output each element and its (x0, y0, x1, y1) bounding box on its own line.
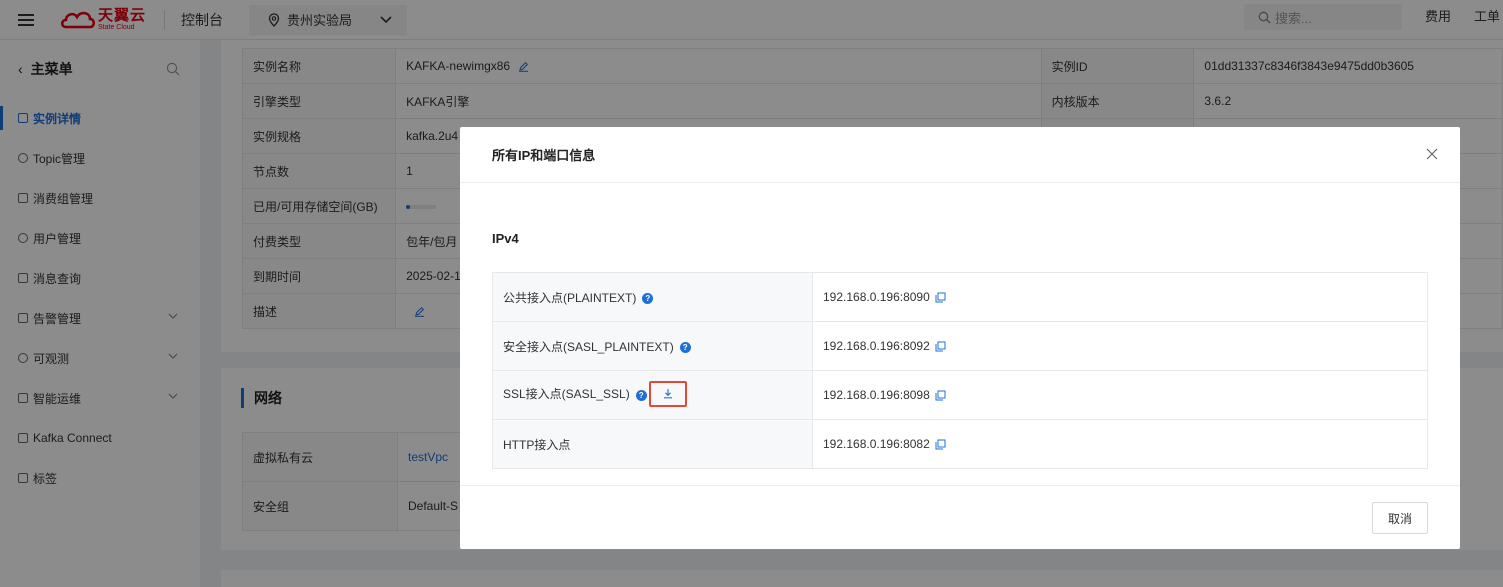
table-cell: 安全接入点(SASL_PLAINTEXT)? (492, 321, 813, 371)
help-icon[interactable]: ? (642, 292, 654, 304)
ip-port-modal: 所有IP和端口信息 IPv4 公共接入点(PLAINTEXT)? 192.168… (460, 127, 1460, 549)
cancel-button[interactable]: 取消 (1372, 502, 1428, 534)
table-row: 安全接入点(SASL_PLAINTEXT)? 192.168.0.196:809… (492, 321, 1428, 371)
endpoint-value: 192.168.0.196:8092 (823, 339, 930, 353)
table-row: 公共接入点(PLAINTEXT)? 192.168.0.196:8090 (492, 272, 1428, 322)
endpoint-value: 192.168.0.196:8098 (823, 388, 930, 402)
endpoint-label: 安全接入点(SASL_PLAINTEXT) (503, 339, 674, 354)
endpoint-label: 公共接入点(PLAINTEXT) (503, 290, 637, 305)
table-cell: 192.168.0.196:8098 (812, 370, 1428, 420)
copy-icon[interactable] (935, 341, 946, 352)
copy-icon[interactable] (935, 390, 946, 401)
close-icon[interactable] (1426, 148, 1438, 160)
table-row: HTTP接入点 192.168.0.196:8082 (492, 419, 1428, 469)
help-icon[interactable]: ? (679, 341, 691, 353)
modal-title: 所有IP和端口信息 (492, 148, 596, 163)
modal-header: 所有IP和端口信息 (460, 127, 1460, 183)
ipv4-section-title: IPv4 (492, 231, 519, 246)
table-row: SSL接入点(SASL_SSL)? 192.168.0.196:8098 (492, 370, 1428, 420)
download-certificate-button[interactable] (648, 381, 687, 407)
endpoint-label: SSL接入点(SASL_SSL) (503, 387, 630, 402)
table-cell: 公共接入点(PLAINTEXT)? (492, 272, 813, 322)
table-cell: 192.168.0.196:8090 (812, 272, 1428, 322)
endpoint-label: HTTP接入点 (503, 437, 571, 452)
download-icon (663, 389, 672, 399)
table-cell: 192.168.0.196:8082 (812, 419, 1428, 469)
endpoint-value: 192.168.0.196:8082 (823, 437, 930, 451)
endpoint-table: 公共接入点(PLAINTEXT)? 192.168.0.196:8090 安全接… (492, 272, 1428, 469)
modal-footer: 取消 (460, 485, 1460, 549)
table-cell: 192.168.0.196:8092 (812, 321, 1428, 371)
endpoint-value: 192.168.0.196:8090 (823, 290, 930, 304)
copy-icon[interactable] (935, 292, 946, 303)
copy-icon[interactable] (935, 439, 946, 450)
table-cell: HTTP接入点 (492, 419, 813, 469)
help-icon[interactable]: ? (635, 389, 647, 401)
table-cell: SSL接入点(SASL_SSL)? (492, 370, 813, 420)
